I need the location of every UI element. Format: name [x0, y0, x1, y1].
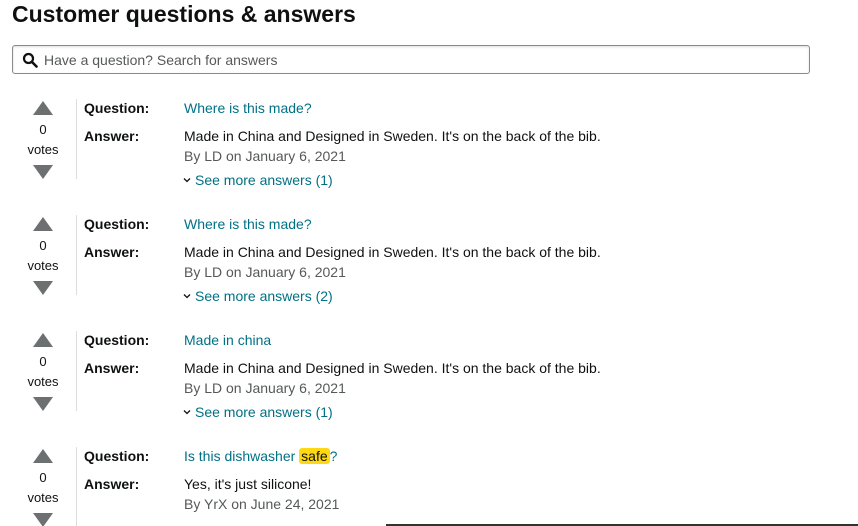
- vote-label: votes: [27, 490, 59, 505]
- upvote-icon[interactable]: [33, 333, 53, 347]
- chevron-down-icon: [183, 410, 191, 415]
- downvote-icon[interactable]: [33, 397, 53, 411]
- see-more-answers-label: See more answers (2): [195, 288, 333, 304]
- downvote-icon[interactable]: [33, 513, 53, 526]
- question-link[interactable]: Where is this made?: [184, 99, 312, 117]
- answer-text: Made in China and Designed in Sweden. It…: [184, 244, 601, 260]
- answer-label: Answer:: [84, 244, 140, 260]
- answer-byline: By LD on January 6, 2021: [184, 380, 346, 396]
- question-link[interactable]: Made in china: [184, 331, 271, 349]
- qa-item: 0 votes Question: Made in china Answer: …: [0, 331, 858, 447]
- divider: [76, 447, 77, 526]
- question-link[interactable]: Is this dishwasher safe?: [184, 447, 337, 465]
- vote-label: votes: [27, 374, 59, 389]
- upvote-icon[interactable]: [33, 449, 53, 463]
- answer-label: Answer:: [84, 476, 140, 492]
- vote-label: votes: [27, 258, 59, 273]
- search-icon: [22, 52, 38, 68]
- question-label: Question:: [84, 332, 150, 348]
- question-label: Question:: [84, 100, 150, 116]
- downvote-icon[interactable]: [33, 165, 53, 179]
- chevron-down-icon: [183, 294, 191, 299]
- see-more-answers-link[interactable]: See more answers (1): [183, 403, 333, 421]
- vote-count: 0: [39, 354, 47, 369]
- search-highlight: safe: [299, 448, 330, 464]
- divider: [76, 331, 77, 411]
- upvote-icon[interactable]: [33, 101, 53, 115]
- answer-text: Yes, it's just silicone!: [184, 476, 312, 492]
- answer-text: Made in China and Designed in Sweden. It…: [184, 360, 601, 376]
- see-more-answers-label: See more answers (1): [195, 172, 333, 188]
- chevron-down-icon: [183, 178, 191, 183]
- qa-item: 0 votes Question: Where is this made? An…: [0, 215, 858, 331]
- see-more-answers-link[interactable]: See more answers (2): [183, 287, 333, 305]
- search-box[interactable]: [12, 45, 810, 74]
- vote-count: 0: [39, 122, 47, 137]
- question-label: Question:: [84, 448, 150, 464]
- see-more-answers-link[interactable]: See more answers (1): [183, 171, 333, 189]
- vote-count: 0: [39, 470, 47, 485]
- question-label: Question:: [84, 216, 150, 232]
- question-text: Is this dishwasher: [184, 448, 300, 464]
- divider: [76, 99, 77, 179]
- answer-label: Answer:: [84, 128, 140, 144]
- question-link[interactable]: Where is this made?: [184, 215, 312, 233]
- divider: [76, 215, 77, 295]
- see-more-answers-label: See more answers (1): [195, 404, 333, 420]
- answer-byline: By YrX on June 24, 2021: [184, 496, 340, 512]
- qa-item: 0 votes Question: Where is this made? An…: [0, 99, 858, 215]
- qa-item: 0 votes Question: Is this dishwasher saf…: [0, 447, 858, 526]
- vote-count: 0: [39, 238, 47, 253]
- question-text-end: ?: [329, 448, 338, 464]
- vote-label: votes: [27, 142, 59, 157]
- answer-byline: By LD on January 6, 2021: [184, 148, 346, 164]
- search-input[interactable]: [44, 48, 809, 71]
- answer-byline: By LD on January 6, 2021: [184, 264, 346, 280]
- upvote-icon[interactable]: [33, 217, 53, 231]
- answer-text: Made in China and Designed in Sweden. It…: [184, 128, 601, 144]
- downvote-icon[interactable]: [33, 281, 53, 295]
- answer-label: Answer:: [84, 360, 140, 376]
- page-title: Customer questions & answers: [12, 1, 356, 27]
